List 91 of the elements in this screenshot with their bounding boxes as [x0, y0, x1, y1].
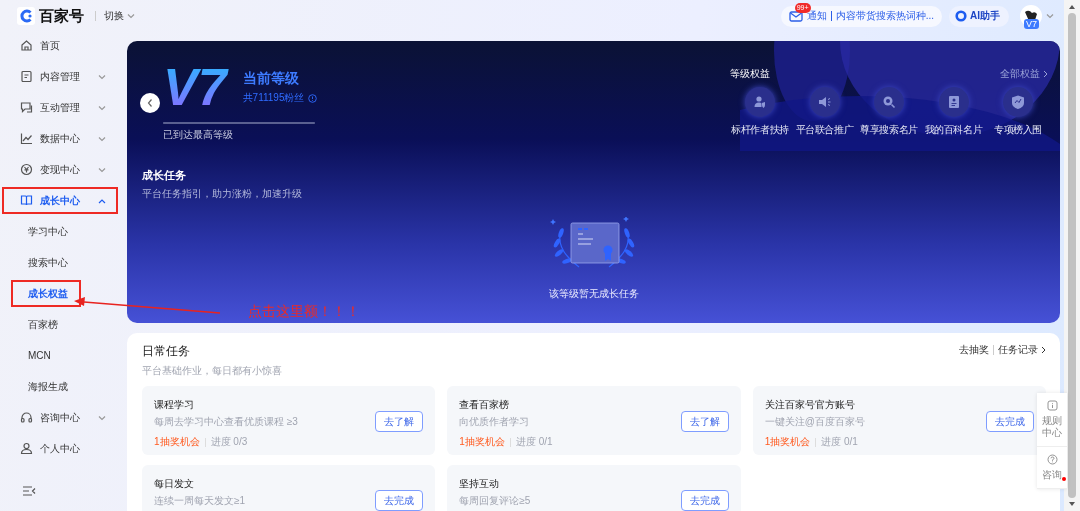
task-reward: 1抽奖机会 [154, 435, 200, 449]
notification-message: 内容带货搜索热词种... [835, 9, 934, 23]
document-icon [20, 70, 33, 83]
info-icon [1046, 400, 1058, 411]
section-subtitle: 平台基础作业，每日都有小惊喜 [142, 364, 282, 378]
lottery-link[interactable]: 去抽奖 [959, 343, 989, 357]
scroll-up-icon [1068, 4, 1076, 10]
scroll-down-icon [1068, 501, 1076, 507]
sidebar-item[interactable]: 互动管理 [2, 94, 118, 121]
coin-icon [20, 163, 33, 176]
task-description: 每周去学习中心查看优质课程 ≥3 [154, 415, 298, 429]
task-title: 每日发文 [154, 477, 195, 491]
task-button[interactable]: 去了解 [680, 411, 729, 432]
section-title: 日常任务 [142, 343, 191, 360]
chevron-down-icon [98, 73, 106, 80]
level-label: 当前等级 [242, 70, 300, 88]
sidebar-item[interactable]: 个人中心 [2, 435, 118, 462]
task-button[interactable]: 去完成 [375, 490, 424, 511]
chevron-down-icon [98, 135, 106, 142]
benefit-label: 标杆作者扶持 [731, 123, 789, 137]
chat-icon [20, 101, 33, 114]
help-icon [1046, 454, 1058, 465]
mail-icon [788, 10, 803, 22]
sidebar-subitem[interactable]: MCN [2, 342, 118, 369]
sidebar-item[interactable]: 首页 [2, 32, 118, 59]
chevron-down-icon [98, 104, 106, 111]
progress-text: 已到达最高等级 [163, 128, 234, 142]
section-subtitle: 平台任务指引，助力涨粉，加速升级 [142, 187, 303, 201]
book-icon [20, 194, 33, 207]
notification-label: 通知 [806, 10, 827, 23]
annotation-text: 点击这里额！！！ [248, 303, 360, 321]
task-reward: 1抽奖机会 [764, 435, 811, 449]
task-counter: 进度 0/1 [821, 435, 858, 449]
section-title: 成长任务 [142, 168, 187, 183]
task-title: 查看百家榜 [459, 398, 511, 412]
chevron-down-icon [127, 13, 135, 19]
sidebar-subitem[interactable]: 学习中心 [2, 218, 118, 245]
sidebar-item[interactable]: 变现中心 [2, 156, 118, 183]
task-title: 坚持互动 [459, 477, 501, 491]
sidebar-subitem[interactable]: 海报生成 [2, 373, 118, 400]
fans-count: 共711195粉丝 [242, 91, 305, 105]
benefits-title: 等级权益 [730, 67, 770, 81]
info-icon [307, 93, 317, 103]
sidebar-item[interactable]: 数据中心 [2, 125, 118, 152]
chevron-down-icon [98, 166, 106, 173]
benefit-label: 平台联合推广 [795, 123, 854, 137]
sidebar-subitem[interactable]: 搜索中心 [2, 249, 118, 276]
scrollbar-thumb[interactable] [1068, 13, 1076, 498]
task-reward: 1抽奖机会 [459, 435, 505, 449]
sidebar-item[interactable]: 成长中心 [2, 187, 118, 214]
ring-icon [955, 10, 967, 22]
chevron-up-icon [98, 197, 106, 204]
task-description: 每周回复评论≥5 [459, 494, 531, 508]
task-counter: 进度 0/1 [515, 435, 553, 449]
consult-link[interactable]: 咨询 [1042, 469, 1062, 481]
benefit-icon-button[interactable] [745, 87, 775, 117]
collapse-icon[interactable] [22, 485, 36, 497]
chart-icon [20, 132, 33, 145]
task-title: 关注百家号官方账号 [764, 398, 856, 412]
benefit-label: 尊享搜索名片 [860, 123, 918, 137]
back-button[interactable] [140, 93, 160, 113]
scrollbar[interactable] [1064, 0, 1080, 511]
sidebar-subitem[interactable]: 成长权益 [11, 280, 81, 307]
sidebar-subitem[interactable]: 百家榜 [2, 311, 118, 338]
chevron-down-icon [98, 414, 106, 421]
rules-center-link[interactable]: 规则中心 [1042, 415, 1062, 439]
benefit-label: 我的百科名片 [924, 123, 983, 137]
task-history-link[interactable]: 任务记录 [998, 343, 1046, 357]
chevron-right-icon [1043, 70, 1048, 78]
all-benefits-link[interactable]: 全部权益 [1000, 67, 1048, 81]
assistant-button[interactable]: AI助手 [949, 5, 1009, 27]
logo-icon [17, 7, 35, 25]
level-badge: V7 [1024, 19, 1039, 29]
task-button[interactable]: 去了解 [375, 411, 424, 432]
shield-icon [1009, 93, 1027, 111]
home-icon [20, 39, 33, 52]
task-button[interactable]: 去完成 [680, 490, 729, 511]
task-counter: 进度 0/3 [210, 435, 248, 449]
logo-text: 百家号 [39, 6, 84, 26]
person-icon [20, 442, 33, 455]
headset-icon [20, 411, 33, 424]
chevron-down-icon [1046, 13, 1054, 19]
task-description: 向优质作者学习 [459, 415, 531, 429]
task-title: 课程学习 [154, 398, 195, 412]
chevron-right-icon [1041, 346, 1046, 354]
task-button[interactable]: 去完成 [986, 411, 1034, 432]
sidebar-item[interactable]: 内容管理 [2, 63, 118, 90]
benefit-label: 专项榜入围 [994, 123, 1042, 137]
sidebar-item[interactable]: 咨询中心 [2, 404, 118, 431]
switch-button[interactable]: 切换 [104, 9, 135, 23]
empty-state-text: 该等级暂无成长任务 [548, 287, 639, 301]
